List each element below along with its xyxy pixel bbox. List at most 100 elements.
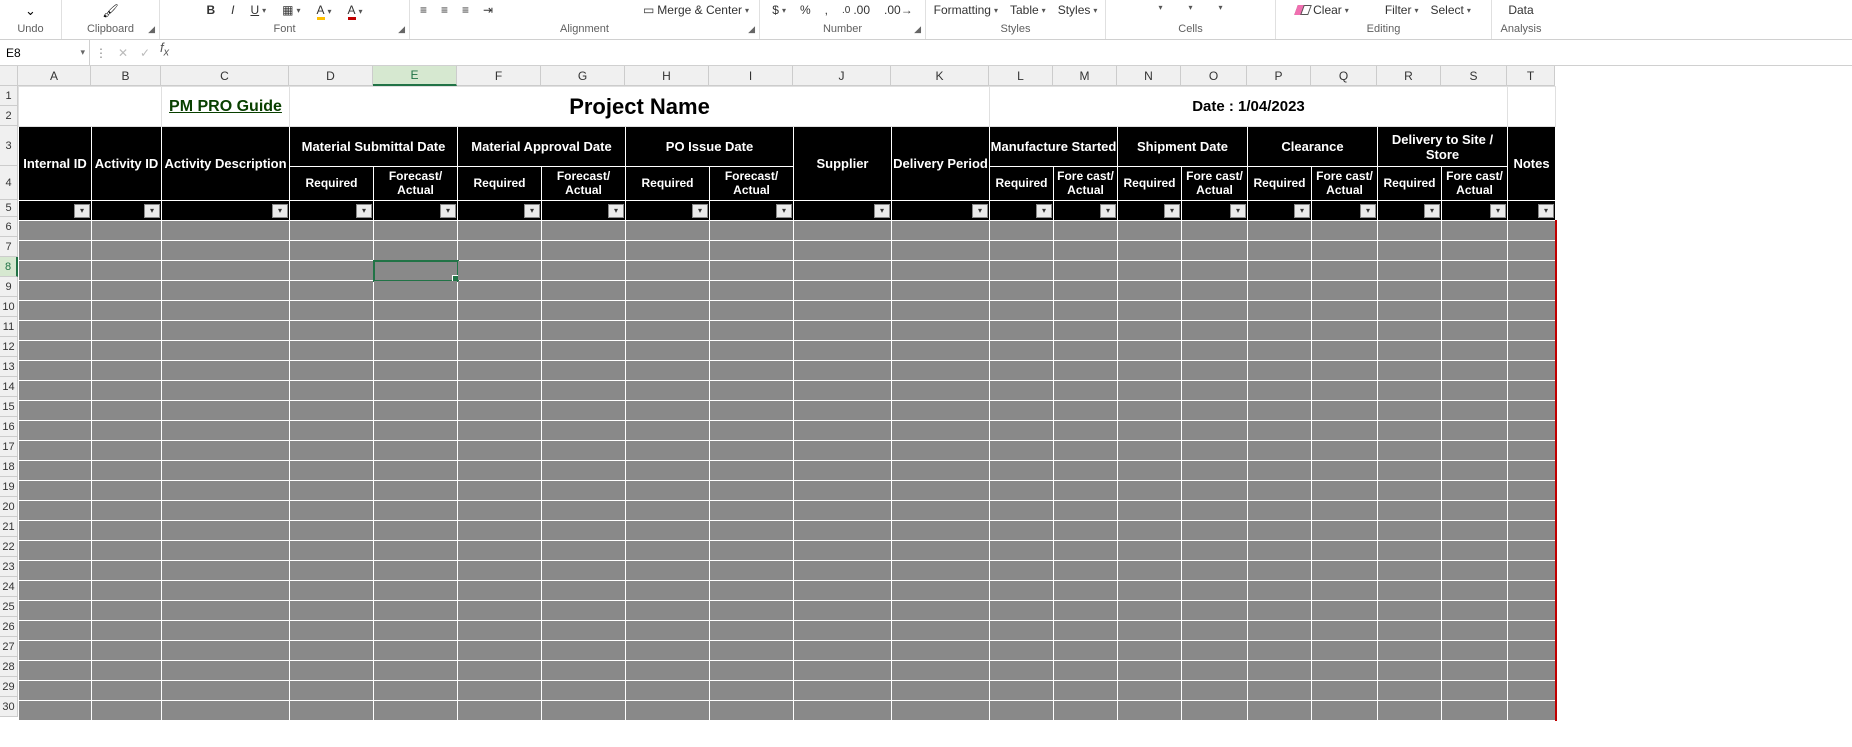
filter-button[interactable]: Filter▾	[1381, 2, 1423, 18]
cell[interactable]	[542, 521, 626, 541]
cell[interactable]	[1378, 561, 1442, 581]
cell[interactable]	[542, 701, 626, 721]
cell[interactable]	[1442, 541, 1508, 561]
cell[interactable]	[1378, 661, 1442, 681]
cell[interactable]	[626, 381, 710, 401]
cell[interactable]	[1182, 521, 1248, 541]
cell[interactable]: Required	[1118, 167, 1182, 201]
cell[interactable]	[1182, 301, 1248, 321]
cell[interactable]	[1442, 361, 1508, 381]
cell[interactable]: ▾	[1248, 201, 1312, 221]
cell[interactable]	[19, 661, 92, 681]
launcher-clipboard[interactable]: ◢	[148, 24, 155, 35]
cell[interactable]	[162, 381, 290, 401]
cell[interactable]	[1182, 361, 1248, 381]
cell[interactable]	[374, 561, 458, 581]
cell[interactable]	[542, 661, 626, 681]
cell[interactable]	[990, 381, 1054, 401]
cell[interactable]	[794, 701, 892, 721]
cell[interactable]	[374, 601, 458, 621]
cell[interactable]	[710, 481, 794, 501]
col-header-G[interactable]: G	[541, 66, 625, 86]
cell[interactable]	[1508, 681, 1556, 701]
cell[interactable]	[990, 501, 1054, 521]
align-left-button[interactable]: ≡	[416, 2, 431, 18]
cell[interactable]	[1442, 221, 1508, 241]
cell[interactable]	[1378, 541, 1442, 561]
cell[interactable]: Required	[626, 167, 710, 201]
cell[interactable]	[92, 281, 162, 301]
cell[interactable]	[892, 401, 990, 421]
cell[interactable]	[1312, 321, 1378, 341]
cell[interactable]: Required	[458, 167, 542, 201]
cell[interactable]	[542, 301, 626, 321]
cell[interactable]	[290, 221, 374, 241]
cell[interactable]	[458, 301, 542, 321]
cell[interactable]	[1054, 401, 1118, 421]
cell[interactable]	[892, 661, 990, 681]
underline-button[interactable]: U▾	[246, 2, 270, 18]
cell[interactable]	[990, 461, 1054, 481]
cell[interactable]: Fore cast/ Actual	[1054, 167, 1118, 201]
cell[interactable]: Activity Description	[162, 127, 290, 201]
cell[interactable]	[542, 681, 626, 701]
cell[interactable]	[1182, 241, 1248, 261]
cell[interactable]	[710, 501, 794, 521]
cell[interactable]	[1054, 701, 1118, 721]
cell[interactable]	[19, 481, 92, 501]
cell[interactable]	[1054, 301, 1118, 321]
col-header-R[interactable]: R	[1377, 66, 1441, 86]
cell[interactable]	[990, 661, 1054, 681]
cell[interactable]	[374, 701, 458, 721]
cell[interactable]	[162, 281, 290, 301]
cell[interactable]	[892, 421, 990, 441]
cell[interactable]	[19, 401, 92, 421]
cell[interactable]	[162, 481, 290, 501]
cell[interactable]	[794, 521, 892, 541]
filter-dropdown-icon[interactable]: ▾	[776, 204, 792, 218]
indent-button[interactable]: ⇥	[479, 2, 497, 18]
cell[interactable]	[1442, 681, 1508, 701]
cell[interactable]	[290, 641, 374, 661]
cell[interactable]	[542, 441, 626, 461]
cell[interactable]	[710, 641, 794, 661]
cell[interactable]	[19, 541, 92, 561]
cell[interactable]	[1508, 701, 1556, 721]
cell[interactable]	[1182, 541, 1248, 561]
cell[interactable]	[290, 581, 374, 601]
formula-input[interactable]	[173, 40, 1852, 65]
cell[interactable]	[162, 441, 290, 461]
cell[interactable]	[1508, 261, 1556, 281]
col-header-T[interactable]: T	[1507, 66, 1555, 86]
cell[interactable]	[1118, 341, 1182, 361]
cell[interactable]	[1378, 521, 1442, 541]
cell[interactable]	[1508, 641, 1556, 661]
cell[interactable]	[1442, 601, 1508, 621]
cell[interactable]	[1118, 661, 1182, 681]
cell[interactable]: ▾	[892, 201, 990, 221]
cell[interactable]	[1248, 381, 1312, 401]
cell[interactable]	[710, 461, 794, 481]
cell[interactable]: ▾	[794, 201, 892, 221]
cell[interactable]	[1378, 421, 1442, 441]
cell[interactable]	[1248, 241, 1312, 261]
cell[interactable]	[1054, 261, 1118, 281]
cell[interactable]	[710, 421, 794, 441]
cell[interactable]	[626, 281, 710, 301]
cell[interactable]: ▾	[162, 201, 290, 221]
cell[interactable]	[19, 301, 92, 321]
cell[interactable]	[458, 541, 542, 561]
row-header-17[interactable]: 17	[0, 437, 18, 457]
cell[interactable]	[990, 441, 1054, 461]
cell[interactable]	[1054, 461, 1118, 481]
cell[interactable]	[19, 261, 92, 281]
select-all-corner[interactable]	[0, 66, 18, 86]
cell[interactable]: Required	[990, 167, 1054, 201]
cell[interactable]	[892, 681, 990, 701]
cell[interactable]	[542, 401, 626, 421]
cell[interactable]	[794, 541, 892, 561]
cell[interactable]	[458, 641, 542, 661]
cell[interactable]	[458, 241, 542, 261]
cell[interactable]	[1248, 301, 1312, 321]
cell[interactable]	[458, 601, 542, 621]
